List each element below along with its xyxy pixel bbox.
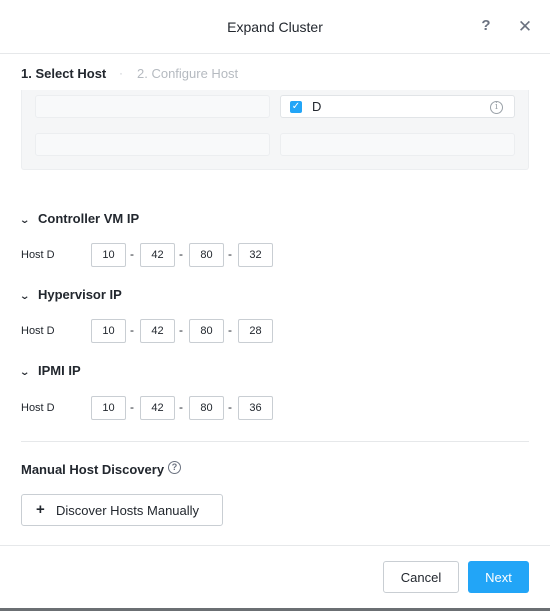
- host-label: D: [312, 99, 322, 114]
- tab-separator: ·: [119, 66, 123, 80]
- tab-select-host[interactable]: 1. Select Host: [21, 66, 106, 81]
- ip-separator: -: [130, 323, 134, 337]
- host-cell-empty: [35, 95, 270, 118]
- ip-octet-2-input[interactable]: [140, 243, 175, 267]
- help-icon[interactable]: ?: [478, 17, 494, 37]
- ip-octet-3-input[interactable]: [189, 319, 224, 343]
- help-circle-icon[interactable]: ?: [168, 461, 181, 474]
- ip-octet-2-input[interactable]: [140, 396, 175, 420]
- ip-separator: -: [130, 400, 134, 414]
- ip-octet-4-input[interactable]: [238, 319, 273, 343]
- dialog-footer: Cancel Next: [0, 545, 550, 608]
- ip-separator: -: [228, 323, 232, 337]
- chevron-down-icon: ⌄: [19, 215, 31, 226]
- button-label: Discover Hosts Manually: [56, 503, 200, 518]
- manual-discovery-title: Manual Host Discovery: [21, 462, 165, 477]
- ip-octet-2-input[interactable]: [140, 319, 175, 343]
- ip-octet-1-input[interactable]: [91, 319, 126, 343]
- expand-cluster-dialog: Expand Cluster ? ✕ 1. Select Host · 2. C…: [0, 0, 550, 611]
- section-ipmi-ip[interactable]: ⌄ IPMI IP: [19, 363, 81, 378]
- next-button[interactable]: Next: [468, 561, 529, 593]
- chevron-down-icon: ⌄: [19, 291, 31, 302]
- section-title: Hypervisor IP: [38, 287, 122, 302]
- ip-octet-1-input[interactable]: [91, 396, 126, 420]
- ip-octet-4-input[interactable]: [238, 396, 273, 420]
- tab-configure-host[interactable]: 2. Configure Host: [137, 66, 238, 81]
- dialog-header: Expand Cluster ? ✕: [0, 0, 550, 54]
- section-hypervisor-ip[interactable]: ⌄ Hypervisor IP: [19, 287, 122, 302]
- host-cell-empty: [280, 133, 515, 156]
- ip-octet-1-input[interactable]: [91, 243, 126, 267]
- cancel-button[interactable]: Cancel: [383, 561, 459, 593]
- chevron-down-icon: ⌄: [19, 367, 31, 378]
- ip-separator: -: [179, 400, 183, 414]
- hypervisor-ip-row: Host D - - -: [21, 319, 321, 343]
- section-title: Controller VM IP: [38, 211, 140, 226]
- controller-vm-ip-row: Host D - - -: [21, 243, 321, 267]
- ip-separator: -: [130, 247, 134, 261]
- host-selection-grid: ✓ D i: [21, 90, 529, 170]
- section-title: IPMI IP: [38, 363, 81, 378]
- close-icon[interactable]: ✕: [517, 17, 533, 37]
- host-label: Host D: [21, 325, 55, 337]
- ip-separator: -: [179, 247, 183, 261]
- host-cell-d[interactable]: ✓ D i: [280, 95, 515, 118]
- ip-separator: -: [228, 400, 232, 414]
- host-cell-empty: [35, 133, 270, 156]
- host-label: Host D: [21, 249, 55, 261]
- plus-icon: +: [36, 501, 45, 518]
- host-checkbox-checked-icon[interactable]: ✓: [290, 101, 302, 113]
- discover-hosts-manually-button[interactable]: + Discover Hosts Manually: [21, 494, 223, 526]
- ip-octet-4-input[interactable]: [238, 243, 273, 267]
- section-controller-vm-ip[interactable]: ⌄ Controller VM IP: [19, 211, 140, 226]
- dialog-title: Expand Cluster: [227, 19, 323, 35]
- section-divider: [21, 441, 529, 442]
- ip-separator: -: [179, 323, 183, 337]
- ip-octet-3-input[interactable]: [189, 243, 224, 267]
- ip-separator: -: [228, 247, 232, 261]
- ipmi-ip-row: Host D - - -: [21, 396, 321, 420]
- ip-octet-3-input[interactable]: [189, 396, 224, 420]
- host-label: Host D: [21, 402, 55, 414]
- info-icon[interactable]: i: [490, 101, 503, 114]
